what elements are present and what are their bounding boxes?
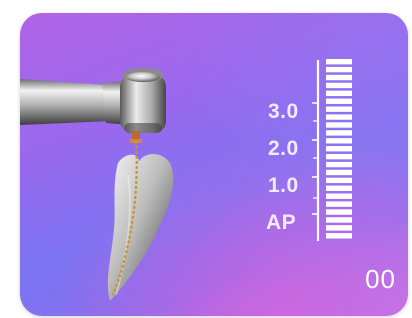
apex-scale-segment: [326, 169, 352, 176]
apex-scale-segment: [326, 82, 352, 89]
apex-scale-segment: [326, 146, 352, 152]
apex-scale-segment: [326, 201, 352, 207]
apex-scale-segment: [326, 209, 352, 215]
apex-scale-segment: [326, 217, 352, 223]
apex-scale-segment: [326, 233, 352, 239]
apex-scale-segment: [326, 106, 352, 112]
apex-counter-value: 00: [365, 264, 396, 294]
apex-scale-segment: [326, 114, 352, 120]
root-canal-illustration: [20, 59, 352, 301]
apex-scale-segment: [326, 161, 352, 168]
scale-label-ap: AP: [266, 211, 297, 234]
scale-label-3-0: 3.0: [268, 100, 299, 123]
apex-scale-segment: [326, 177, 352, 184]
apex-scale-segment: [326, 153, 352, 160]
apex-scale-segment: [326, 193, 352, 199]
apex-scale-segment: [326, 122, 352, 128]
apex-scale-segment: [326, 185, 352, 191]
apex-scale: [312, 59, 352, 241]
apex-scale-segment: [326, 66, 352, 73]
apex-locator-card: 3.0 2.0 1.0 AP 00: [20, 13, 408, 316]
apex-scale-segment: [326, 90, 352, 97]
apex-scale-segment: [326, 138, 352, 144]
tooth-root-canal-icon: [107, 140, 174, 301]
scale-label-2-0: 2.0: [268, 137, 299, 160]
apex-scale-segments: [326, 59, 352, 239]
scale-label-1-0: 1.0: [268, 174, 299, 197]
apex-scale-segment: [326, 98, 352, 104]
dental-handpiece-icon: [20, 68, 166, 143]
apex-scale-segment: [326, 225, 352, 231]
apex-scale-segment: [326, 74, 352, 81]
apex-scale-segment: [326, 130, 352, 136]
apex-scale-segment: [326, 59, 352, 65]
